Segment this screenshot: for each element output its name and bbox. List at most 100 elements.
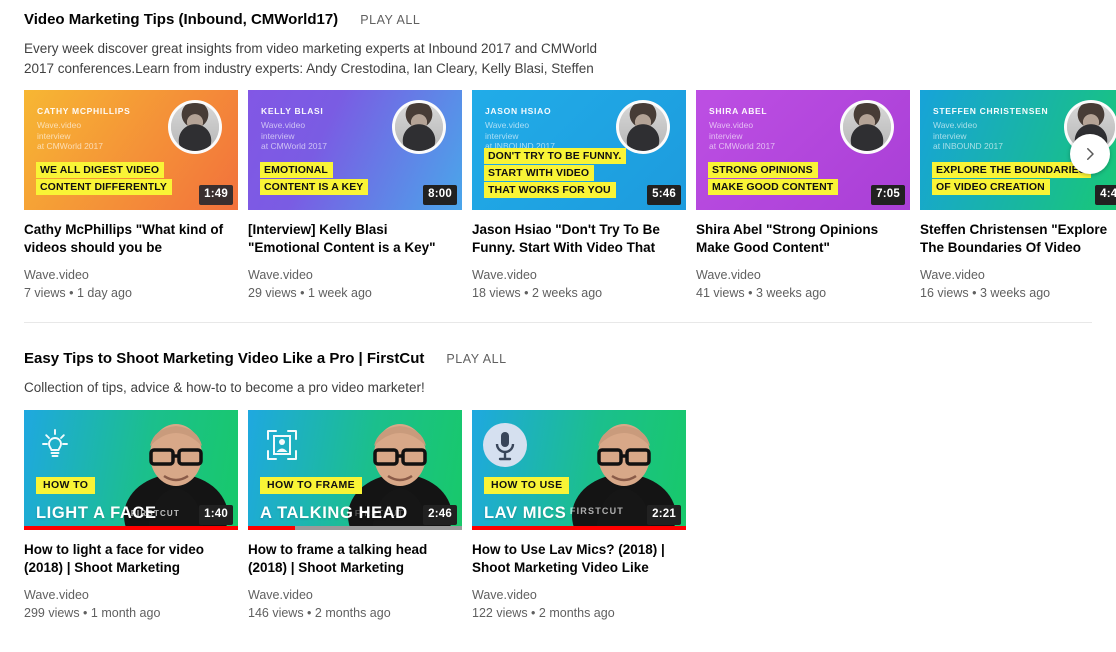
shelf-title[interactable]: Video Marketing Tips (Inbound, CMWorld17…: [24, 10, 338, 30]
video-channel[interactable]: Wave.video: [248, 267, 462, 283]
speaker-name: STEFFEN CHRISTENSEN: [933, 106, 1049, 116]
shelf-header: Video Marketing Tips (Inbound, CMWorld17…: [0, 10, 1116, 30]
speaker-avatar: [392, 100, 446, 154]
video-thumbnail[interactable]: JASON HSIAO Wave.video interview at INBO…: [472, 90, 686, 210]
headline-line: WE ALL DIGEST VIDEO: [36, 162, 165, 178]
speaker-subtitle: Wave.video interview at INBOUND 2017: [933, 120, 1003, 151]
shelf-title[interactable]: Easy Tips to Shoot Marketing Video Like …: [24, 349, 424, 369]
video-channel[interactable]: Wave.video: [24, 587, 238, 603]
video-row: HOW TO LIGHT A FACE FIRSTCUT 1:40 How to…: [0, 410, 1116, 621]
video-thumbnail[interactable]: SHIRA ABEL Wave.video interview at CMWor…: [696, 90, 910, 210]
thumbnail-headline: WE ALL DIGEST VIDEO CONTENT DIFFERENTLY: [36, 162, 172, 196]
watch-progress-bar: [24, 526, 238, 530]
video-channel[interactable]: Wave.video: [24, 267, 238, 283]
frame-person-icon: [262, 428, 302, 467]
thumbnail-headline: LAV MICS: [484, 503, 567, 522]
thumbnail-kicker: HOW TO: [36, 477, 96, 494]
thumbnail-kicker: HOW TO USE: [484, 477, 570, 494]
video-title[interactable]: Steffen Christensen "Explore The Boundar…: [920, 221, 1116, 257]
headline-line: OF VIDEO CREATION: [932, 179, 1050, 195]
firstcut-watermark: FIRSTCUT: [569, 506, 624, 516]
video-stats: 7 views • 1 day ago: [24, 286, 132, 300]
shelf-video-marketing-tips: Video Marketing Tips (Inbound, CMWorld17…: [0, 0, 1116, 301]
headline-line: STRONG OPINIONS: [708, 162, 818, 178]
headline-line: MAKE GOOD CONTENT: [708, 179, 839, 195]
speaker-avatar: [840, 100, 894, 154]
headline-line: START WITH VIDEO: [484, 165, 595, 181]
video-channel[interactable]: Wave.video: [696, 267, 910, 283]
headline-line: DON'T TRY TO BE FUNNY.: [484, 148, 627, 164]
video-row: CATHY MCPHILLIPS Wave.video interview at…: [0, 90, 1116, 301]
duration-badge: 8:00: [423, 184, 457, 205]
speaker-subtitle: Wave.video interview at CMWorld 2017: [709, 120, 775, 151]
duration-badge: 2:46: [423, 504, 457, 525]
video-card[interactable]: SHIRA ABEL Wave.video interview at CMWor…: [696, 90, 910, 301]
video-stats: 16 views • 3 weeks ago: [920, 286, 1051, 300]
speaker-avatar: [168, 100, 222, 154]
play-all-button[interactable]: PLAY ALL: [360, 13, 420, 27]
video-channel[interactable]: Wave.video: [472, 267, 686, 283]
video-thumbnail[interactable]: HOW TO FRAME A TALKING HEAD FIRSTCUT 2:4…: [248, 410, 462, 530]
video-thumbnail[interactable]: HOW TO LIGHT A FACE FIRSTCUT 1:40: [24, 410, 238, 530]
video-stats: 299 views • 1 month ago: [24, 606, 161, 620]
playlist-page: Video Marketing Tips (Inbound, CMWorld17…: [0, 0, 1116, 652]
speaker-subtitle: Wave.video interview at CMWorld 2017: [37, 120, 103, 151]
headline-line: CONTENT IS A KEY: [260, 179, 369, 195]
video-card[interactable]: HOW TO LIGHT A FACE FIRSTCUT 1:40 How to…: [24, 410, 238, 621]
video-stats: 41 views • 3 weeks ago: [696, 286, 827, 300]
video-title[interactable]: How to Use Lav Mics? (2018) | Shoot Mark…: [472, 541, 686, 577]
video-title[interactable]: [Interview] Kelly Blasi "Emotional Conte…: [248, 221, 462, 257]
duration-badge: 1:49: [199, 184, 233, 205]
speaker-name: SHIRA ABEL: [709, 106, 768, 116]
video-thumbnail[interactable]: HOW TO USE LAV MICS FIRSTCUT 2:21: [472, 410, 686, 530]
duration-badge: 1:40: [199, 504, 233, 525]
speaker-name: JASON HSIAO: [485, 106, 552, 116]
headline-line: EMOTIONAL: [260, 162, 333, 178]
chevron-right-icon[interactable]: [1070, 134, 1110, 174]
thumbnail-kicker: HOW TO FRAME: [260, 477, 363, 494]
video-title[interactable]: Jason Hsiao "Don't Try To Be Funny. Star…: [472, 221, 686, 257]
video-title[interactable]: How to light a face for video (2018) | S…: [24, 541, 238, 577]
video-title[interactable]: How to frame a talking head (2018) | Sho…: [248, 541, 462, 577]
thumbnail-headline: EMOTIONAL CONTENT IS A KEY: [260, 162, 369, 196]
video-thumbnail[interactable]: CATHY MCPHILLIPS Wave.video interview at…: [24, 90, 238, 210]
microphone-icon: [482, 422, 528, 473]
thumbnail-headline: DON'T TRY TO BE FUNNY. START WITH VIDEO …: [484, 148, 627, 199]
video-channel[interactable]: Wave.video: [472, 587, 686, 603]
video-title[interactable]: Cathy McPhillips "What kind of videos sh…: [24, 221, 238, 257]
thumbnail-headline: STRONG OPINIONS MAKE GOOD CONTENT: [708, 162, 839, 196]
speaker-avatar: [616, 100, 670, 154]
firstcut-watermark: FIRSTCUT: [130, 509, 180, 518]
video-stats: 146 views • 2 months ago: [248, 606, 391, 620]
play-all-button[interactable]: PLAY ALL: [446, 352, 506, 366]
watch-progress-bar: [472, 526, 686, 530]
headline-line: CONTENT DIFFERENTLY: [36, 179, 172, 195]
video-channel[interactable]: Wave.video: [248, 587, 462, 603]
duration-badge: 4:49: [1095, 184, 1116, 205]
watch-progress-bar: [248, 526, 462, 530]
shelf-description: Collection of tips, advice & how-to to b…: [24, 380, 425, 395]
video-card[interactable]: JASON HSIAO Wave.video interview at INBO…: [472, 90, 686, 301]
video-card[interactable]: HOW TO FRAME A TALKING HEAD FIRSTCUT 2:4…: [248, 410, 462, 621]
duration-badge: 7:05: [871, 184, 905, 205]
speaker-subtitle: Wave.video interview at INBOUND 2017: [485, 120, 555, 151]
shelf-description: Every week discover great insights from …: [24, 41, 598, 76]
video-channel[interactable]: Wave.video: [920, 267, 1116, 283]
headline-line: THAT WORKS FOR YOU: [484, 182, 616, 198]
video-card[interactable]: CATHY MCPHILLIPS Wave.video interview at…: [24, 90, 238, 301]
speaker-name: CATHY MCPHILLIPS: [37, 106, 131, 116]
video-thumbnail[interactable]: KELLY BLASI Wave.video interview at CMWo…: [248, 90, 462, 210]
video-card[interactable]: KELLY BLASI Wave.video interview at CMWo…: [248, 90, 462, 301]
video-title[interactable]: Shira Abel "Strong Opinions Make Good Co…: [696, 221, 910, 257]
speaker-subtitle: Wave.video interview at CMWorld 2017: [261, 120, 327, 151]
lightbulb-icon: [38, 428, 72, 467]
video-stats: 122 views • 2 months ago: [472, 606, 615, 620]
thumbnail-headline: EXPLORE THE BOUNDARIES OF VIDEO CREATION: [932, 162, 1091, 196]
shelf-header: Easy Tips to Shoot Marketing Video Like …: [0, 349, 1116, 369]
speaker-name: KELLY BLASI: [261, 106, 324, 116]
video-card[interactable]: STEFFEN CHRISTENSEN Wave.video interview…: [920, 90, 1116, 301]
duration-badge: 5:46: [647, 184, 681, 205]
video-stats: 29 views • 1 week ago: [248, 286, 372, 300]
headline-line: EXPLORE THE BOUNDARIES: [932, 162, 1091, 178]
video-card[interactable]: HOW TO USE LAV MICS FIRSTCUT 2:21 How to…: [472, 410, 686, 621]
